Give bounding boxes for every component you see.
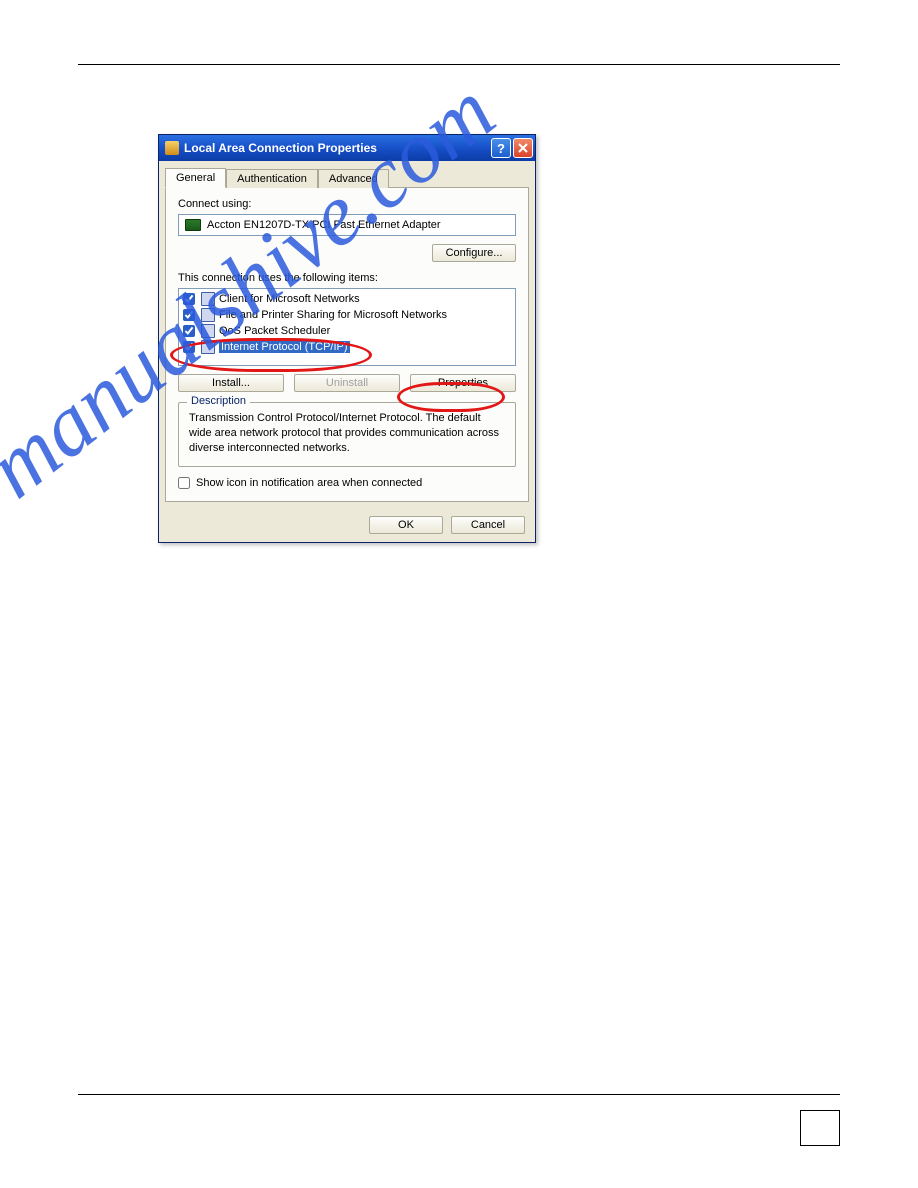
close-icon	[518, 143, 528, 153]
page-top-rule	[78, 64, 840, 65]
service-icon	[201, 292, 215, 306]
items-list[interactable]: Client for Microsoft Networks File and P…	[178, 288, 516, 366]
item-checkbox[interactable]	[183, 309, 195, 321]
window-icon	[165, 141, 179, 155]
item-checkbox[interactable]	[183, 325, 195, 337]
nic-icon	[185, 219, 201, 231]
items-label: This connection uses the following items…	[178, 272, 516, 284]
show-icon-label: Show icon in notification area when conn…	[196, 477, 422, 489]
help-button[interactable]: ?	[491, 138, 511, 158]
close-button[interactable]	[513, 138, 533, 158]
page-bottom-rule	[78, 1094, 840, 1095]
item-buttons-row: Install... Uninstall Properties	[178, 374, 516, 392]
tab-authentication[interactable]: Authentication	[226, 169, 318, 188]
item-label: File and Printer Sharing for Microsoft N…	[219, 309, 447, 321]
service-icon	[201, 308, 215, 322]
description-legend: Description	[187, 395, 250, 407]
ok-button[interactable]: OK	[369, 516, 443, 534]
list-item[interactable]: File and Printer Sharing for Microsoft N…	[179, 307, 515, 323]
tab-general[interactable]: General	[165, 168, 226, 188]
item-label: Internet Protocol (TCP/IP)	[219, 341, 350, 353]
cancel-button[interactable]: Cancel	[451, 516, 525, 534]
adapter-field: Accton EN1207D-TX PCI Fast Ethernet Adap…	[178, 214, 516, 236]
protocol-icon	[201, 340, 215, 354]
tab-advanced[interactable]: Advanced	[318, 169, 389, 188]
adapter-name: Accton EN1207D-TX PCI Fast Ethernet Adap…	[207, 219, 441, 231]
item-label: QoS Packet Scheduler	[219, 325, 330, 337]
item-checkbox[interactable]	[183, 293, 195, 305]
tab-panel-general: Connect using: Accton EN1207D-TX PCI Fas…	[165, 188, 529, 502]
configure-button[interactable]: Configure...	[432, 244, 516, 262]
list-item-selected[interactable]: Internet Protocol (TCP/IP)	[179, 339, 515, 355]
uninstall-button: Uninstall	[294, 374, 400, 392]
show-icon-checkbox[interactable]	[178, 477, 190, 489]
connection-properties-dialog: Local Area Connection Properties ? Gener…	[158, 134, 536, 543]
titlebar[interactable]: Local Area Connection Properties ?	[159, 135, 535, 161]
list-item[interactable]: QoS Packet Scheduler	[179, 323, 515, 339]
tab-bar: General Authentication Advanced	[165, 167, 529, 188]
dialog-footer: OK Cancel	[159, 508, 535, 542]
connect-using-label: Connect using:	[178, 198, 516, 210]
page-number-box	[800, 1110, 840, 1146]
show-icon-row: Show icon in notification area when conn…	[178, 477, 516, 489]
properties-button[interactable]: Properties	[410, 374, 516, 392]
item-checkbox[interactable]	[183, 341, 195, 353]
item-label: Client for Microsoft Networks	[219, 293, 360, 305]
service-icon	[201, 324, 215, 338]
description-text: Transmission Control Protocol/Internet P…	[189, 411, 505, 456]
list-item[interactable]: Client for Microsoft Networks	[179, 291, 515, 307]
install-button[interactable]: Install...	[178, 374, 284, 392]
description-group: Description Transmission Control Protoco…	[178, 402, 516, 467]
window-title: Local Area Connection Properties	[184, 141, 489, 155]
